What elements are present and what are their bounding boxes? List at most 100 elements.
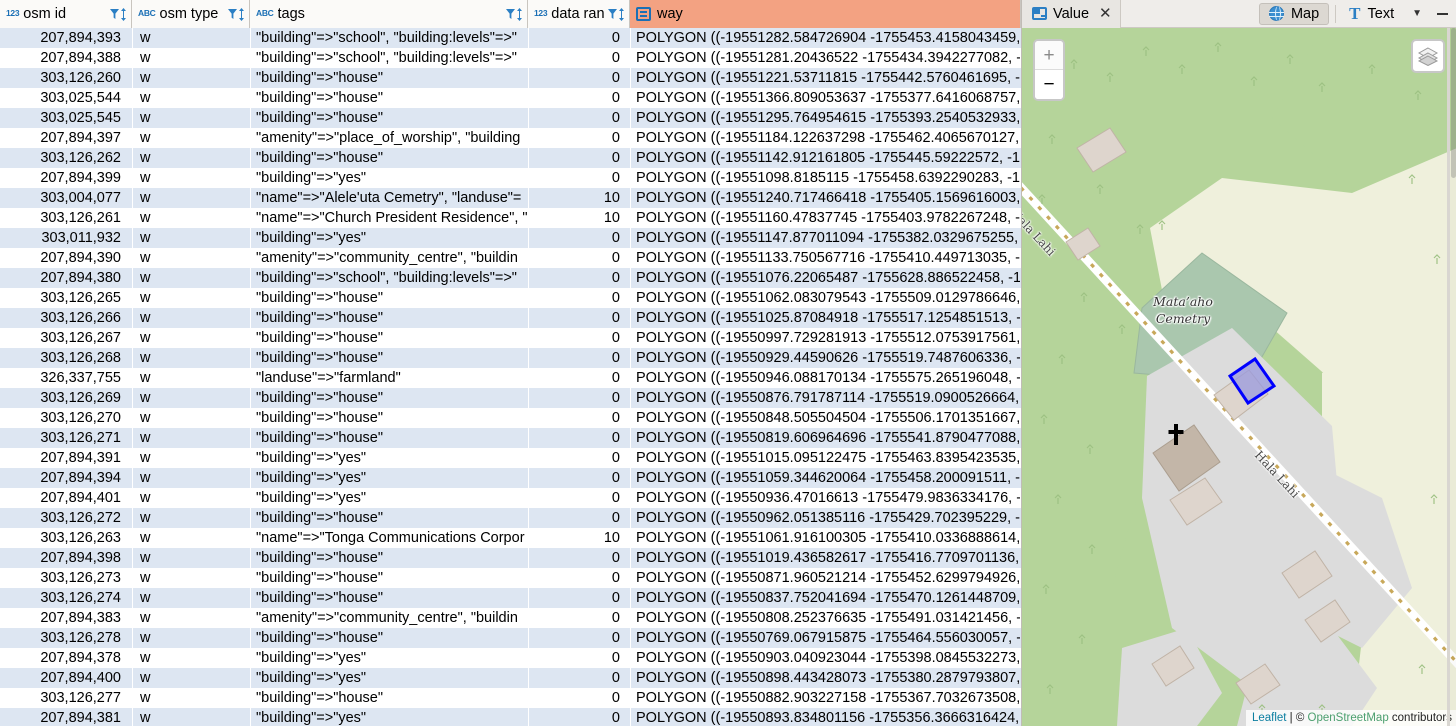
cell-osm_type[interactable]: w: [132, 508, 250, 528]
cell-osm_id[interactable]: 303,126,266: [0, 308, 132, 328]
zoom-in-button[interactable]: +: [1035, 41, 1063, 70]
table-row[interactable]: 303,126,267 w "building"=>"house" 0 POLYGON …: [0, 328, 1021, 348]
cell-data_ran[interactable]: 0: [528, 508, 630, 528]
cell-data_ran[interactable]: 0: [528, 308, 630, 328]
cell-way[interactable]: POLYGON ((-19550929.44590626 -1755519.74…: [630, 348, 1021, 368]
cell-osm_id[interactable]: 303,126,270: [0, 408, 132, 428]
cell-osm_type[interactable]: w: [132, 188, 250, 208]
cell-data_ran[interactable]: 0: [528, 48, 630, 68]
cell-osm_type[interactable]: w: [132, 108, 250, 128]
cell-way[interactable]: POLYGON ((-19551142.912161805 -1755445.5…: [630, 148, 1021, 168]
leaflet-map-canvas[interactable]: Mata’aho Cemetry Hala Lahi Hala Lahi + −…: [1022, 28, 1456, 726]
cell-data_ran[interactable]: 0: [528, 288, 630, 308]
cell-osm_id[interactable]: 303,126,262: [0, 148, 132, 168]
table-row[interactable]: 303,004,077 w "name"=>"Alele'uta Cemetry",…: [0, 188, 1021, 208]
cell-way[interactable]: POLYGON ((-19551062.083079543 -1755509.0…: [630, 288, 1021, 308]
cell-osm_type[interactable]: w: [132, 348, 250, 368]
cell-osm_type[interactable]: w: [132, 288, 250, 308]
cell-tags[interactable]: "building"=>"house": [250, 428, 528, 448]
zoom-control[interactable]: + −: [1033, 39, 1065, 101]
cell-osm_type[interactable]: w: [132, 568, 250, 588]
cell-data_ran[interactable]: 0: [528, 608, 630, 628]
table-row[interactable]: 303,126,265 w "building"=>"house" 0 POLYGON …: [0, 288, 1021, 308]
cell-osm_id[interactable]: 303,126,277: [0, 688, 132, 708]
cell-osm_id[interactable]: 303,126,265: [0, 288, 132, 308]
column-separator[interactable]: [630, 28, 631, 726]
tab-value[interactable]: Value ✕: [1022, 0, 1121, 28]
cell-tags[interactable]: "building"=>"yes": [250, 668, 528, 688]
cell-data_ran[interactable]: 0: [528, 628, 630, 648]
cell-way[interactable]: POLYGON ((-19551076.22065487 -1755628.88…: [630, 268, 1021, 288]
table-row[interactable]: 207,894,380 w "building"=>"school", "build…: [0, 268, 1021, 288]
table-row[interactable]: 303,126,266 w "building"=>"house" 0 POLYGON …: [0, 308, 1021, 328]
cell-osm_id[interactable]: 303,011,932: [0, 228, 132, 248]
sort-icon[interactable]: [238, 7, 245, 21]
cell-osm_id[interactable]: 303,025,544: [0, 88, 132, 108]
text-view-button[interactable]: T Text: [1340, 3, 1403, 25]
cell-osm_id[interactable]: 303,126,267: [0, 328, 132, 348]
cell-data_ran[interactable]: 0: [528, 408, 630, 428]
cell-data_ran[interactable]: 10: [528, 208, 630, 228]
cell-way[interactable]: POLYGON ((-19550819.606964696 -1755541.8…: [630, 428, 1021, 448]
cell-data_ran[interactable]: 0: [528, 368, 630, 388]
cell-way[interactable]: POLYGON ((-19551133.750567716 -1755410.4…: [630, 248, 1021, 268]
cell-osm_type[interactable]: w: [132, 88, 250, 108]
cell-data_ran[interactable]: 0: [528, 168, 630, 188]
cell-data_ran[interactable]: 0: [528, 688, 630, 708]
cell-osm_type[interactable]: w: [132, 428, 250, 448]
cell-osm_type[interactable]: w: [132, 168, 250, 188]
cell-data_ran[interactable]: 0: [528, 448, 630, 468]
table-row[interactable]: 303,126,260 w "building"=>"house" 0 POLYGON …: [0, 68, 1021, 88]
cell-tags[interactable]: "building"=>"house": [250, 68, 528, 88]
cell-way[interactable]: POLYGON ((-19550898.443428073 -1755380.2…: [630, 668, 1021, 688]
cell-tags[interactable]: "building"=>"house": [250, 548, 528, 568]
column-separator[interactable]: [132, 28, 133, 726]
sort-icon[interactable]: [516, 7, 523, 21]
table-row[interactable]: 303,011,932 w "building"=>"yes" 0 POLYGON ((…: [0, 228, 1021, 248]
sort-icon[interactable]: [120, 7, 127, 21]
cell-osm_type[interactable]: w: [132, 408, 250, 428]
chevron-down-icon[interactable]: ▼: [1405, 8, 1429, 19]
filter-icon[interactable]: [110, 8, 119, 20]
column-header-osm_type[interactable]: ABC osm type: [132, 0, 250, 28]
filter-icon[interactable]: [608, 8, 617, 20]
cell-tags[interactable]: "building"=>"house": [250, 348, 528, 368]
cell-way[interactable]: POLYGON ((-19551282.584726904 -1755453.4…: [630, 28, 1021, 48]
cell-data_ran[interactable]: 10: [528, 528, 630, 548]
cell-data_ran[interactable]: 0: [528, 68, 630, 88]
cell-osm_type[interactable]: w: [132, 328, 250, 348]
cell-osm_id[interactable]: 303,126,271: [0, 428, 132, 448]
cell-osm_type[interactable]: w: [132, 68, 250, 88]
cell-osm_type[interactable]: w: [132, 448, 250, 468]
column-header-data_ran[interactable]: 123 data ran: [528, 0, 630, 28]
cell-osm_id[interactable]: 207,894,381: [0, 708, 132, 726]
table-row[interactable]: 303,126,268 w "building"=>"house" 0 POLYGON …: [0, 348, 1021, 368]
cell-tags[interactable]: "building"=>"yes": [250, 648, 528, 668]
table-row[interactable]: 303,025,545 w "building"=>"house" 0 POLYGON …: [0, 108, 1021, 128]
table-row[interactable]: 207,894,399 w "building"=>"yes" 0 POLYGON ((…: [0, 168, 1021, 188]
cell-osm_type[interactable]: w: [132, 628, 250, 648]
cell-way[interactable]: POLYGON ((-19550871.960521214 -1755452.6…: [630, 568, 1021, 588]
table-row[interactable]: 207,894,388 w "building"=>"school", "build…: [0, 48, 1021, 68]
table-body[interactable]: 207,894,393 w "building"=>"school", "build…: [0, 28, 1021, 726]
cell-osm_id[interactable]: 303,126,263: [0, 528, 132, 548]
cell-tags[interactable]: "name"=>"Tonga Communications Corpor: [250, 528, 528, 548]
column-separator[interactable]: [250, 28, 251, 726]
cell-way[interactable]: POLYGON ((-19551366.809053637 -1755377.6…: [630, 88, 1021, 108]
cell-data_ran[interactable]: 0: [528, 228, 630, 248]
cell-osm_type[interactable]: w: [132, 228, 250, 248]
table-row[interactable]: 303,126,277 w "building"=>"house" 0 POLYGON …: [0, 688, 1021, 708]
cell-data_ran[interactable]: 0: [528, 588, 630, 608]
cell-data_ran[interactable]: 0: [528, 388, 630, 408]
cell-way[interactable]: POLYGON ((-19550903.040923044 -1755398.0…: [630, 648, 1021, 668]
cell-osm_id[interactable]: 207,894,378: [0, 648, 132, 668]
cell-osm_id[interactable]: 303,126,261: [0, 208, 132, 228]
table-row[interactable]: 207,894,394 w "building"=>"yes" 0 POLYGON ((…: [0, 468, 1021, 488]
cell-tags[interactable]: "building"=>"yes": [250, 708, 528, 726]
table-row[interactable]: 303,126,262 w "building"=>"house" 0 POLYGON …: [0, 148, 1021, 168]
cell-tags[interactable]: "building"=>"house": [250, 588, 528, 608]
cell-osm_type[interactable]: w: [132, 608, 250, 628]
cell-way[interactable]: POLYGON ((-19550808.252376635 -1755491.0…: [630, 608, 1021, 628]
cell-osm_id[interactable]: 207,894,390: [0, 248, 132, 268]
cell-osm_id[interactable]: 303,025,545: [0, 108, 132, 128]
